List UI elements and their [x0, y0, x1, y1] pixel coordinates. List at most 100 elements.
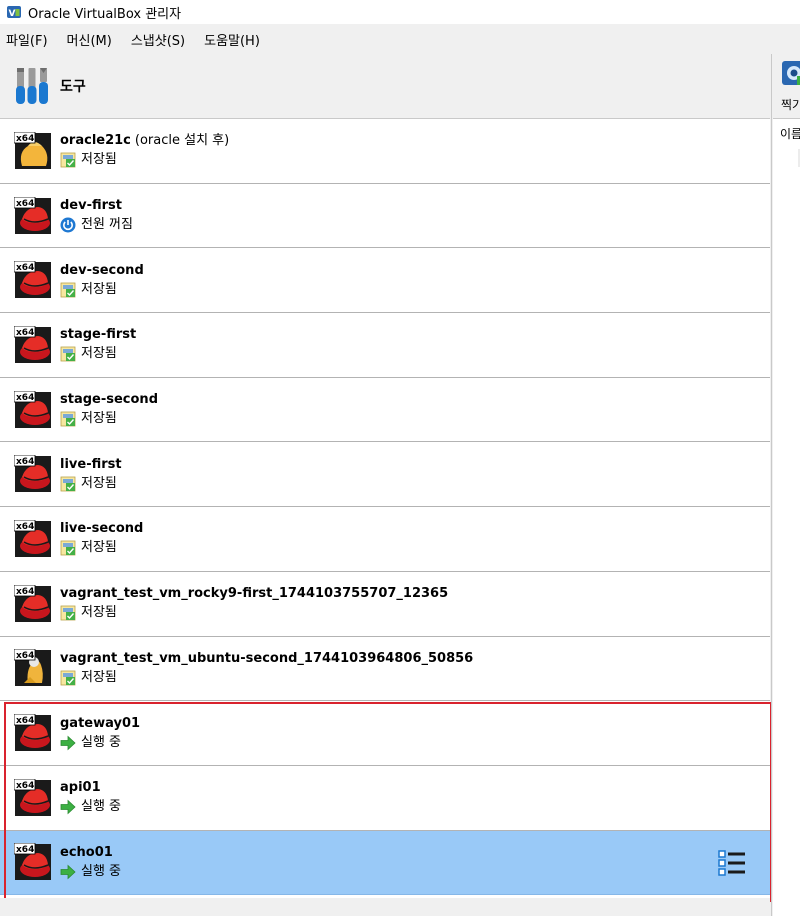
vm-name: gateway01 [60, 715, 140, 733]
os-arch-badge: x64 [16, 393, 34, 403]
oracle-linux-icon: x64 [14, 131, 51, 169]
vm-state-text: 저장됨 [81, 281, 117, 297]
linux-penguin-icon: x64 [14, 649, 51, 687]
saved-state-icon [60, 282, 76, 298]
power-off-icon [60, 217, 76, 233]
vm-row-stage-second[interactable]: x64 stage-second 저장됨 [0, 377, 770, 443]
redhat-icon: x64 [14, 325, 51, 363]
vm-row-api01[interactable]: x64 api01 실행 중 [0, 765, 770, 831]
vm-name: dev-second [60, 262, 144, 280]
running-arrow-icon [60, 799, 76, 815]
vm-text: echo01 실행 중 [60, 844, 121, 881]
vm-row-echo01[interactable]: x64 echo01 실행 중 [0, 830, 770, 896]
vm-state-text: 저장됨 [81, 605, 117, 621]
vm-row-stage-first[interactable]: x64 stage-first 저장됨 [0, 313, 770, 378]
vm-row-oracle21c[interactable]: x64 oracle21c (oracle 설치 후) 저장됨 [0, 119, 770, 184]
vm-state: 저장됨 [60, 281, 144, 299]
vm-row-gateway01[interactable]: x64 gateway01 실행 중 [0, 701, 770, 766]
vm-text: dev-first 전원 꺼짐 [60, 197, 133, 234]
vm-name: oracle21c (oracle 설치 후) [60, 132, 229, 150]
vm-row-vagrant-test-vm-ubuntu-second-1744103964806-50856[interactable]: x64 vagrant_test_vm_ubuntu-second_1744103… [0, 636, 770, 702]
vm-text: live-second 저장됨 [60, 520, 143, 557]
saved-state-icon [60, 347, 76, 362]
vm-text: live-first 저장됨 [60, 456, 122, 493]
os-arch-badge: x64 [16, 651, 34, 661]
right-details-pane: 찍기 이름 [771, 54, 800, 916]
vm-state: 실행 중 [60, 798, 121, 816]
vm-state-text: 저장됨 [81, 475, 117, 491]
os-arch-badge: x64 [16, 457, 34, 467]
vm-name-text: dev-first [60, 198, 122, 214]
redhat-icon: x64 [14, 196, 51, 234]
vm-name-text: vagrant_test_vm_ubuntu-second_1744103964… [60, 650, 474, 666]
tools-icon [16, 68, 48, 104]
vm-name: echo01 [60, 844, 121, 862]
redhat-icon: x64 [14, 261, 51, 299]
vm-name-text: stage-second [60, 392, 158, 408]
vm-name: live-second [60, 520, 143, 538]
vm-name-text: gateway01 [60, 715, 141, 731]
vm-row-dev-first[interactable]: x64 dev-first 전원 꺼짐 [0, 183, 770, 249]
vm-state: 실행 중 [60, 734, 140, 752]
vm-text: vagrant_test_vm_rocky9-first_17441037557… [60, 585, 448, 622]
list-bottom-strip [0, 898, 770, 916]
saved-state-icon [60, 411, 76, 427]
virtualbox-logo-icon: V [7, 6, 21, 19]
vm-name-text: live-second [60, 521, 144, 537]
menu-machine[interactable]: 머신(M) [67, 30, 112, 49]
vm-name-text: dev-second [60, 262, 144, 278]
vm-state: 저장됨 [60, 604, 448, 622]
vm-row-dev-second[interactable]: x64 dev-second 저장됨 [0, 248, 770, 314]
vm-details-menu-icon[interactable] [718, 849, 746, 876]
vm-state-text: 실행 중 [81, 863, 122, 879]
os-arch-badge: x64 [16, 587, 34, 597]
take-snapshot-label: 찍기 [781, 98, 800, 112]
redhat-icon: x64 [14, 455, 51, 493]
vm-state: 저장됨 [60, 539, 143, 557]
vm-name: stage-first [60, 326, 136, 344]
vm-name-text: echo01 [60, 844, 113, 860]
vm-name: stage-second [60, 391, 158, 409]
saved-state-icon [60, 541, 76, 556]
svg-text:V: V [9, 9, 16, 19]
vm-name: vagrant_test_vm_rocky9-first_17441037557… [60, 585, 448, 603]
os-arch-badge: x64 [16, 716, 34, 726]
menu-snapshot[interactable]: 스냅샷(S) [131, 30, 185, 49]
vm-state: 전원 꺼짐 [60, 216, 133, 234]
redhat-icon: x64 [14, 390, 51, 428]
vm-name-text: api01 [60, 780, 101, 796]
vm-state: 저장됨 [60, 475, 122, 493]
vm-row-vagrant-test-vm-rocky9-first-1744103755707-12365[interactable]: x64 vagrant_test_vm_rocky9-first_17441037… [0, 571, 770, 637]
os-arch-badge: x64 [16, 845, 34, 855]
vm-state: 저장됨 [60, 669, 473, 687]
vm-state-text: 저장됨 [81, 152, 117, 168]
snapshot-list: 이름 [773, 118, 800, 916]
saved-state-icon [60, 152, 76, 168]
vm-name: api01 [60, 779, 121, 797]
vm-name: vagrant_test_vm_ubuntu-second_1744103964… [60, 650, 473, 668]
vm-name-text: stage-first [60, 327, 137, 343]
running-arrow-icon [60, 864, 76, 880]
vm-state: 저장됨 [60, 345, 136, 363]
vm-text: stage-first 저장됨 [60, 326, 136, 363]
menu-bar: 파일(F) 머신(M) 스냅샷(S) 도움말(H) [0, 27, 800, 51]
vm-name: live-first [60, 456, 122, 474]
vm-state-text: 저장됨 [81, 669, 117, 685]
vm-row-live-second[interactable]: x64 live-second 저장됨 [0, 507, 770, 572]
running-arrow-icon [60, 735, 76, 750]
take-snapshot-icon[interactable] [781, 60, 800, 86]
vm-name-text: vagrant_test_vm_rocky9-first_17441037557… [60, 586, 449, 602]
name-column-header[interactable]: 이름 [780, 125, 800, 142]
vm-name-suffix: (oracle 설치 후) [134, 133, 230, 149]
vm-name-text: live-first [60, 456, 122, 472]
tools-item[interactable]: 도구 [0, 54, 770, 118]
window-title: Oracle VirtualBox 관리자 [28, 6, 182, 22]
os-arch-badge: x64 [16, 522, 34, 532]
redhat-icon: x64 [14, 584, 51, 622]
menu-file[interactable]: 파일(F) [6, 30, 48, 49]
vm-row-live-first[interactable]: x64 live-first 저장됨 [0, 442, 770, 508]
vm-state-text: 저장됨 [81, 411, 117, 427]
vm-state-text: 저장됨 [81, 540, 117, 556]
redhat-icon: x64 [14, 778, 51, 816]
menu-help[interactable]: 도움말(H) [204, 30, 260, 49]
